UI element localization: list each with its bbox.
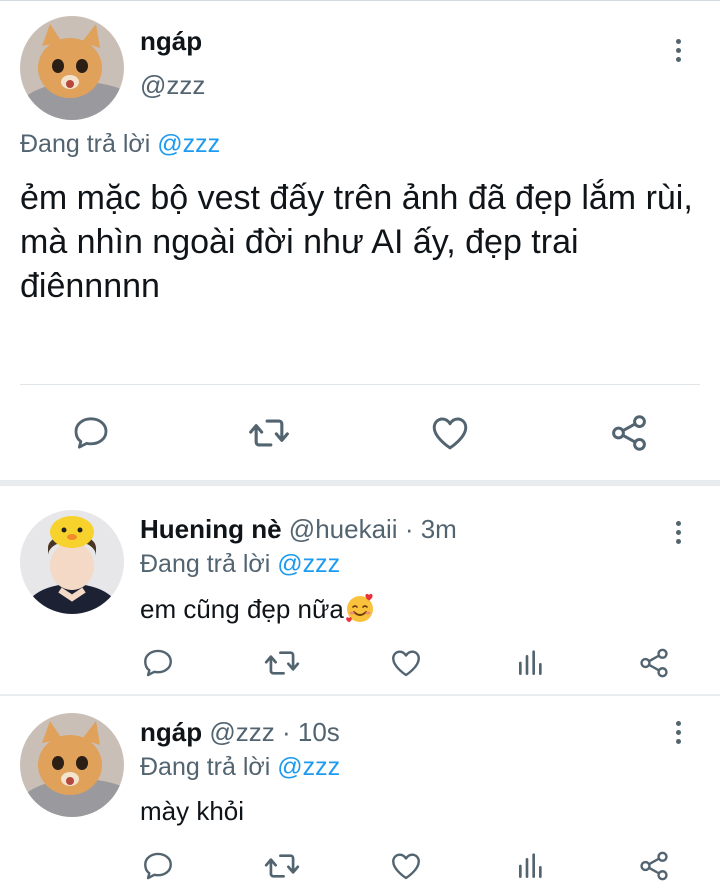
user-handle[interactable]: @zzz bbox=[209, 717, 274, 747]
share-icon[interactable] bbox=[634, 846, 674, 886]
replying-mention[interactable]: @zzz bbox=[157, 130, 220, 158]
display-name[interactable]: ngáp bbox=[140, 717, 202, 747]
retweet-icon[interactable] bbox=[244, 408, 294, 458]
replying-mention[interactable]: @zzz bbox=[277, 753, 340, 781]
share-icon[interactable] bbox=[634, 643, 674, 683]
like-icon[interactable] bbox=[386, 643, 426, 683]
reply-tweet[interactable]: Huening nè @huekaii · 3m Đang trả lời @z… bbox=[0, 486, 720, 694]
display-name[interactable]: ngáp bbox=[140, 26, 202, 57]
stats-icon[interactable] bbox=[511, 643, 551, 683]
replying-prefix: Đang trả lời bbox=[140, 550, 271, 578]
user-handle[interactable]: @zzz bbox=[140, 70, 205, 101]
divider bbox=[20, 384, 700, 385]
avatar[interactable] bbox=[20, 16, 124, 120]
retweet-icon[interactable] bbox=[262, 846, 302, 886]
stats-icon[interactable] bbox=[511, 846, 551, 886]
avatar[interactable] bbox=[20, 713, 124, 817]
user-handle[interactable]: @huekaii bbox=[289, 514, 398, 544]
reply-icon[interactable] bbox=[138, 643, 178, 683]
tweet-actions bbox=[0, 408, 720, 460]
more-options-icon[interactable] bbox=[666, 32, 690, 68]
replying-to: Đang trả lời @zzz bbox=[140, 550, 340, 579]
replying-mention[interactable]: @zzz bbox=[277, 550, 340, 578]
replying-prefix: Đang trả lời bbox=[20, 130, 151, 158]
more-options-icon[interactable] bbox=[666, 714, 690, 750]
tweet-text: ẻm mặc bộ vest đấy trên ảnh đã đẹp lắm r… bbox=[20, 179, 693, 305]
like-icon[interactable] bbox=[386, 846, 426, 886]
share-icon[interactable] bbox=[604, 408, 654, 458]
replying-to: Đang trả lời @zzz bbox=[140, 753, 340, 782]
more-options-icon[interactable] bbox=[666, 514, 690, 550]
display-name[interactable]: Huening nè bbox=[140, 514, 282, 544]
reply-header: ngáp @zzz · 10s bbox=[140, 717, 340, 748]
retweet-icon[interactable] bbox=[262, 643, 302, 683]
time-separator: · bbox=[274, 717, 298, 747]
timestamp[interactable]: 3m bbox=[421, 514, 457, 544]
reply-icon[interactable] bbox=[66, 408, 116, 458]
reply-tweet[interactable]: ngáp @zzz · 10s Đang trả lời @zzz mày kh… bbox=[0, 696, 720, 893]
reply-icon[interactable] bbox=[138, 846, 178, 886]
avatar[interactable] bbox=[20, 510, 124, 614]
smiling-face-with-hearts-icon bbox=[344, 592, 376, 624]
main-tweet: ngáp @zzz Đang trả lời @zzz ẻm mặc bộ ve… bbox=[0, 0, 720, 484]
replying-prefix: Đang trả lời bbox=[140, 753, 271, 781]
time-separator: · bbox=[397, 514, 421, 544]
timestamp[interactable]: 10s bbox=[298, 717, 340, 747]
like-icon[interactable] bbox=[425, 408, 475, 458]
reply-header: Huening nè @huekaii · 3m bbox=[140, 514, 457, 545]
reply-text-body: em cũng đẹp nữa bbox=[140, 594, 344, 624]
replying-to: Đang trả lời @zzz bbox=[20, 130, 220, 159]
reply-text: mày khỏi bbox=[140, 796, 245, 826]
reply-text: em cũng đẹp nữa bbox=[140, 592, 376, 625]
